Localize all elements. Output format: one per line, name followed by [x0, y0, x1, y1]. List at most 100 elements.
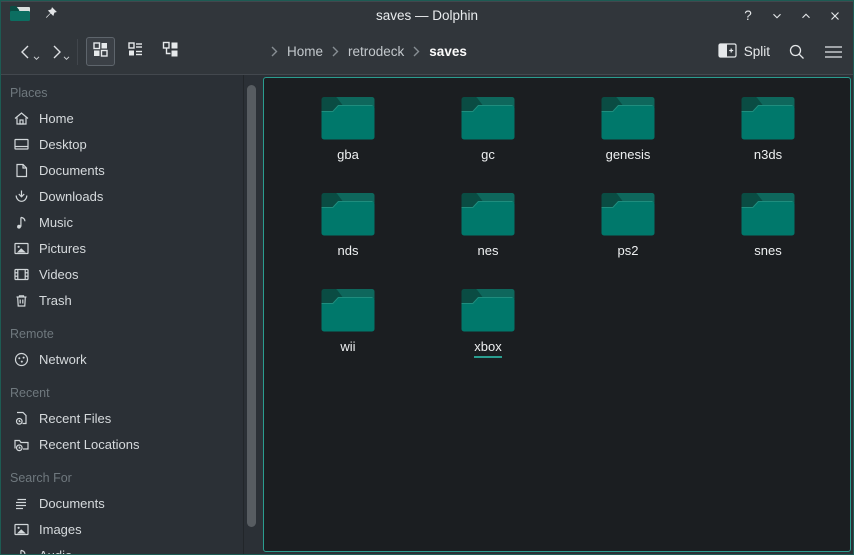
window-title: saves — Dolphin [1, 8, 853, 23]
folder-label: nes [478, 243, 499, 259]
sidebar-section: Places Home Desktop Documents Downloads … [9, 81, 241, 313]
folder-icon [740, 94, 796, 142]
back-history-caret-icon[interactable] [33, 48, 40, 66]
search-icon[interactable] [788, 43, 806, 61]
breadcrumb-home[interactable]: Home [287, 44, 323, 59]
pin-icon[interactable] [43, 6, 58, 26]
folder-item-gc[interactable]: gc [418, 94, 558, 190]
sidebar-item-desktop[interactable]: Desktop [9, 131, 241, 157]
sidebar-item-label: Pictures [39, 241, 86, 256]
forward-button[interactable] [41, 36, 71, 68]
folder-item-wii[interactable]: wii [278, 286, 418, 382]
sidebar-section: Recent Recent Files Recent Locations [9, 381, 241, 457]
folder-icon [320, 190, 376, 238]
icons-view-button[interactable] [86, 37, 115, 66]
document-icon [13, 162, 30, 179]
folder-label: snes [754, 243, 781, 259]
home-icon [13, 110, 30, 127]
folder-label: ps2 [618, 243, 639, 259]
close-button[interactable] [825, 6, 845, 26]
image-icon [13, 240, 30, 257]
sidebar-section: Search For Documents Images Audio [9, 466, 241, 554]
folder-item-xbox[interactable]: xbox [418, 286, 558, 382]
folder-icon [460, 286, 516, 334]
folder-app-icon [9, 4, 31, 27]
folder-view[interactable]: gba gc genesis [263, 77, 851, 552]
sidebar-section: Remote Network [9, 322, 241, 372]
sidebar-item-images[interactable]: Images [9, 516, 241, 542]
folder-grid: gba gc genesis [264, 78, 850, 382]
sidebar-section-header: Remote [9, 322, 241, 346]
sidebar-item-music[interactable]: Music [9, 209, 241, 235]
sidebar-item-network[interactable]: Network [9, 346, 241, 372]
breadcrumb: Home retrodeck saves [271, 44, 467, 59]
folder-icon [460, 190, 516, 238]
toolbar-separator [77, 39, 78, 65]
sidebar-item-label: Music [39, 215, 73, 230]
folder-icon [320, 94, 376, 142]
sidebar-item-videos[interactable]: Videos [9, 261, 241, 287]
film-icon [13, 266, 30, 283]
breadcrumb-current[interactable]: saves [429, 44, 467, 59]
details-view-button[interactable] [156, 37, 185, 66]
folder-icon [460, 94, 516, 142]
folder-icon [740, 190, 796, 238]
trash-icon [13, 292, 30, 309]
doc-lines-icon [13, 495, 30, 512]
sidebar-item-label: Documents [39, 496, 105, 511]
folder-item-snes[interactable]: snes [698, 190, 838, 286]
desktop-icon [13, 136, 30, 153]
folder-item-gba[interactable]: gba [278, 94, 418, 190]
sidebar-section-header: Search For [9, 466, 241, 490]
folder-item-genesis[interactable]: genesis [558, 94, 698, 190]
sidebar-item-recent-locations[interactable]: Recent Locations [9, 431, 241, 457]
sidebar-section-header: Recent [9, 381, 241, 405]
compact-view-button[interactable] [121, 37, 150, 66]
sidebar-item-downloads[interactable]: Downloads [9, 183, 241, 209]
scrollbar-thumb[interactable] [247, 85, 256, 527]
hamburger-menu-icon[interactable] [824, 45, 843, 59]
back-button[interactable] [11, 36, 41, 68]
sidebar-item-label: Images [39, 522, 82, 537]
sidebar-item-recent-files[interactable]: Recent Files [9, 405, 241, 431]
sidebar-item-trash[interactable]: Trash [9, 287, 241, 313]
folder-icon [600, 190, 656, 238]
split-view-icon [718, 43, 737, 61]
sidebar-item-label: Recent Files [39, 411, 111, 426]
note-icon [13, 214, 30, 231]
toolbar: Home retrodeck saves Spl [1, 29, 853, 75]
image-icon [13, 521, 30, 538]
folder-label: gc [481, 147, 495, 163]
folder-label: n3ds [754, 147, 782, 163]
sidebar-item-home[interactable]: Home [9, 105, 241, 131]
folder-label: gba [337, 147, 359, 163]
sidebar-item-label: Videos [39, 267, 79, 282]
sidebar-item-audio[interactable]: Audio [9, 542, 241, 554]
forward-history-caret-icon[interactable] [63, 48, 70, 66]
folder-item-n3ds[interactable]: n3ds [698, 94, 838, 190]
sidebar-scrollbar [241, 75, 263, 554]
help-button[interactable]: ? [738, 6, 758, 26]
sidebar-item-label: Downloads [39, 189, 103, 204]
folder-item-nes[interactable]: nes [418, 190, 558, 286]
folder-item-nds[interactable]: nds [278, 190, 418, 286]
minimize-button[interactable] [767, 6, 787, 26]
breadcrumb-retrodeck[interactable]: retrodeck [348, 44, 404, 59]
split-button[interactable]: Split [718, 43, 770, 61]
maximize-button[interactable] [796, 6, 816, 26]
split-button-label: Split [744, 44, 770, 59]
chevron-right-icon [413, 46, 420, 57]
sidebar-item-label: Network [39, 352, 87, 367]
sidebar-item-pictures[interactable]: Pictures [9, 235, 241, 261]
places-panel: Places Home Desktop Documents Downloads … [1, 75, 241, 554]
icons-view-icon [92, 41, 109, 63]
sidebar-item-label: Trash [39, 293, 72, 308]
sidebar-item-documents[interactable]: Documents [9, 157, 241, 183]
sidebar-item-documents[interactable]: Documents [9, 490, 241, 516]
sidebar-section-header: Places [9, 81, 241, 105]
compact-view-icon [127, 41, 144, 63]
folder-label: wii [340, 339, 355, 355]
scrollbar-track[interactable] [243, 75, 244, 554]
folder-label: xbox [474, 339, 501, 358]
folder-item-ps2[interactable]: ps2 [558, 190, 698, 286]
